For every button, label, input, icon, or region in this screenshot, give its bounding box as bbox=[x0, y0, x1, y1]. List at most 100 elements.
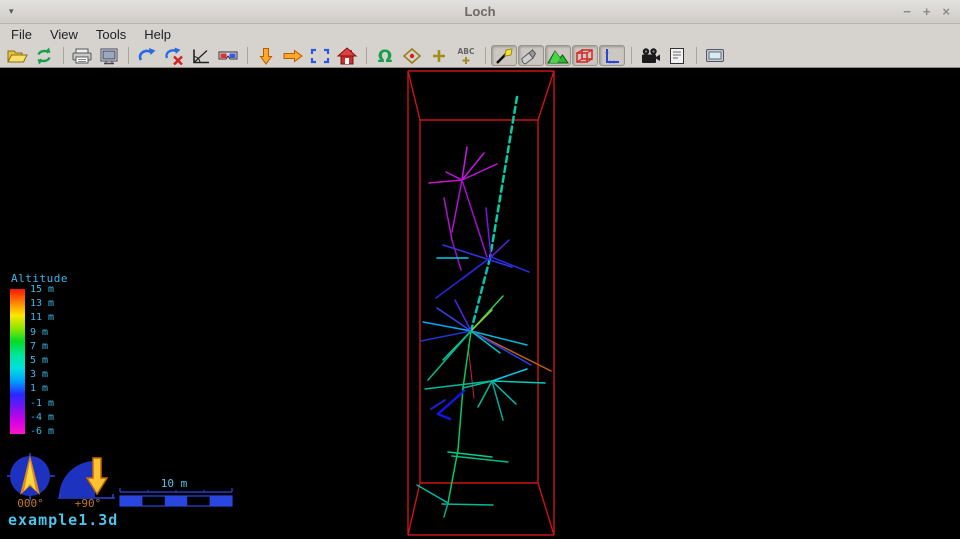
walls-button[interactable] bbox=[518, 45, 544, 66]
log-button[interactable] bbox=[664, 45, 690, 66]
surface-button[interactable] bbox=[545, 45, 571, 66]
minimize-button[interactable]: − bbox=[903, 5, 911, 18]
menu-help[interactable]: Help bbox=[135, 25, 180, 44]
perspective-button[interactable] bbox=[188, 45, 214, 66]
legend-tick-label: -6 m bbox=[30, 427, 54, 437]
survey-shot bbox=[452, 180, 462, 232]
render-export-icon bbox=[97, 46, 121, 66]
screen-icon bbox=[703, 46, 727, 66]
centerline-button[interactable] bbox=[491, 45, 517, 66]
svg-text:Ω: Ω bbox=[378, 47, 392, 66]
survey-shot bbox=[446, 172, 462, 180]
loaded-file-label: example1.3d bbox=[8, 511, 118, 529]
menu-view[interactable]: View bbox=[41, 25, 87, 44]
look-ahead-icon bbox=[281, 46, 305, 66]
toolbar-separator bbox=[696, 47, 697, 64]
survey-shot bbox=[478, 381, 492, 407]
survey-shot bbox=[492, 381, 545, 383]
reload-icon bbox=[32, 46, 56, 66]
indicators-button[interactable] bbox=[599, 45, 625, 66]
legend-tick-label: 11 m bbox=[30, 313, 54, 323]
perspective-icon bbox=[189, 46, 213, 66]
survey-shot bbox=[444, 503, 448, 517]
log-icon bbox=[665, 46, 689, 66]
crosses-icon bbox=[427, 46, 451, 66]
print-button[interactable] bbox=[69, 45, 95, 66]
cube-icon bbox=[573, 46, 597, 66]
reset-view-button[interactable] bbox=[334, 45, 360, 66]
open-button[interactable] bbox=[4, 45, 30, 66]
stop-rotation-button[interactable] bbox=[161, 45, 187, 66]
torch-icon bbox=[519, 46, 543, 66]
maximize-button[interactable]: + bbox=[923, 5, 931, 18]
rotate-stop-icon bbox=[162, 46, 186, 66]
toolbar-separator bbox=[247, 47, 248, 64]
survey-shot bbox=[429, 180, 462, 183]
altitude-legend: Altitude 15 m13 m11 m9 m7 m5 m3 m1 m-1 m… bbox=[10, 272, 68, 437]
open-folder-icon bbox=[5, 46, 29, 66]
bounding-box-edge bbox=[538, 483, 554, 535]
close-button[interactable]: × bbox=[942, 5, 950, 18]
survey-shot bbox=[491, 240, 509, 257]
station-marks-button[interactable] bbox=[399, 45, 425, 66]
survey-shot bbox=[444, 198, 452, 240]
survey-shot bbox=[486, 208, 491, 257]
survey-shot bbox=[471, 331, 531, 365]
station-names-button[interactable]: ABC bbox=[453, 45, 479, 66]
compass-indicator bbox=[6, 452, 58, 502]
bounding-box-edge bbox=[408, 71, 420, 120]
legend-tick-label: 5 m bbox=[30, 356, 54, 366]
legend-tick-label: -1 m bbox=[30, 399, 54, 409]
home-icon bbox=[335, 46, 359, 66]
scalebar-icon bbox=[120, 488, 232, 506]
rotate-button[interactable] bbox=[134, 45, 160, 66]
menu-file[interactable]: File bbox=[2, 25, 41, 44]
toolbar-separator bbox=[63, 47, 64, 64]
toolbar: Ω ABC bbox=[0, 44, 960, 68]
toolbar-separator bbox=[631, 47, 632, 64]
fullscreen-button[interactable] bbox=[702, 45, 728, 66]
cave-svg[interactable] bbox=[0, 68, 960, 539]
toolbar-separator bbox=[485, 47, 486, 64]
crosses-button[interactable] bbox=[426, 45, 452, 66]
clino-angle-label: +90° bbox=[63, 497, 113, 510]
look-ahead-button[interactable] bbox=[280, 45, 306, 66]
menu-tools[interactable]: Tools bbox=[87, 25, 135, 44]
bounding-box-edge bbox=[408, 483, 420, 535]
fit-scene-icon bbox=[308, 46, 332, 66]
visibility-button[interactable]: Ω bbox=[372, 45, 398, 66]
legend-tick-label: 3 m bbox=[30, 370, 54, 380]
survey-shot bbox=[468, 345, 474, 398]
fit-scene-button[interactable] bbox=[307, 45, 333, 66]
camera-icon bbox=[638, 46, 662, 66]
survey-shot bbox=[452, 456, 508, 462]
survey-shot bbox=[438, 414, 450, 419]
titlebar: ▾ Loch −+× bbox=[0, 0, 960, 24]
compass-bearing-label: 000° bbox=[8, 497, 53, 510]
camera-button[interactable] bbox=[637, 45, 663, 66]
station-names-icon: ABC bbox=[454, 46, 478, 66]
legend-tick-label: 7 m bbox=[30, 342, 54, 352]
legend-ticks: 15 m13 m11 m9 m7 m5 m3 m1 m-1 m-4 m-6 m bbox=[30, 285, 54, 437]
toolbar-separator bbox=[128, 47, 129, 64]
stereo-button[interactable] bbox=[215, 45, 241, 66]
survey-shot bbox=[490, 97, 517, 258]
export-render-button[interactable] bbox=[96, 45, 122, 66]
survey-shot bbox=[462, 164, 497, 180]
centerline-icon bbox=[492, 46, 516, 66]
viewport-3d[interactable] bbox=[0, 68, 960, 539]
look-down-icon bbox=[254, 46, 278, 66]
look-down-button[interactable] bbox=[253, 45, 279, 66]
station-marks-icon bbox=[400, 46, 424, 66]
menubar: FileViewToolsHelp bbox=[0, 24, 960, 44]
print-icon bbox=[70, 46, 94, 66]
bounding-box-button[interactable] bbox=[572, 45, 598, 66]
toolbar-separator bbox=[366, 47, 367, 64]
legend-tick-label: -4 m bbox=[30, 413, 54, 423]
bounding-box-edge bbox=[538, 71, 554, 120]
clino-dial-icon bbox=[58, 458, 115, 498]
survey-shot bbox=[491, 257, 529, 272]
reload-button[interactable] bbox=[31, 45, 57, 66]
scalebar bbox=[115, 488, 240, 510]
window-menu-icon[interactable]: ▾ bbox=[9, 6, 14, 17]
